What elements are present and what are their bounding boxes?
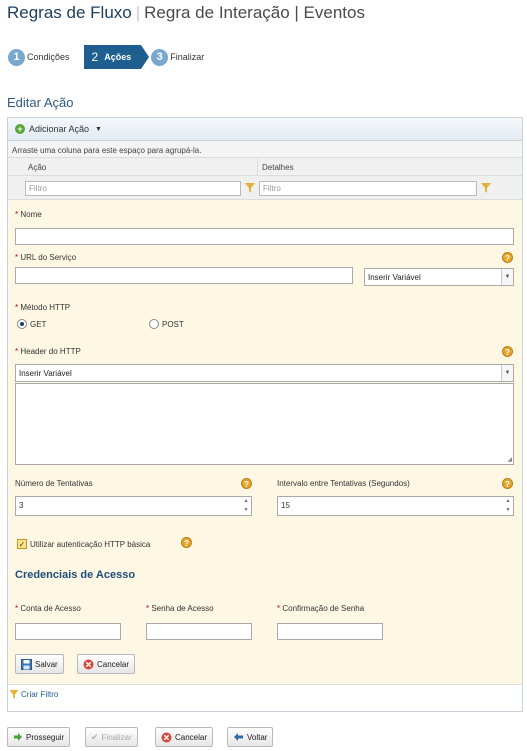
password-input[interactable] xyxy=(146,623,252,640)
next-button[interactable]: Prosseguir xyxy=(7,727,71,747)
floppy-disk-icon xyxy=(21,658,32,670)
column-header-details[interactable]: Detalhes xyxy=(258,158,492,176)
account-input[interactable] xyxy=(15,623,121,640)
attempts-stepper[interactable]: 3 ▲ ▼ xyxy=(15,496,252,516)
checkmark-icon: ✓ xyxy=(17,539,27,549)
step-actions[interactable]: 2 Ações xyxy=(83,45,149,69)
http-header-label: * Header do HTTP xyxy=(15,347,81,356)
title-main: Regras de Fluxo xyxy=(7,3,132,22)
step-label: Finalizar xyxy=(170,52,205,62)
grid-toolbar: + Adicionar Ação ▼ xyxy=(8,118,522,141)
attempts-label: Número de Tentativas xyxy=(15,479,93,488)
method-get-radio[interactable]: GET xyxy=(17,319,46,329)
step-label: Condições xyxy=(27,52,70,62)
credentials-title: Credenciais de Acesso xyxy=(15,569,136,581)
cancel-button[interactable]: Cancelar xyxy=(155,727,214,747)
step-finish[interactable]: 3 Finalizar xyxy=(151,48,205,66)
arrow-left-icon xyxy=(234,733,243,741)
spinner-arrows-icon[interactable]: ▲ ▼ xyxy=(503,497,513,515)
create-filter-link[interactable]: Criar Filtro xyxy=(9,690,58,699)
confirm-password-label: * Confirmação de Senha xyxy=(277,604,365,613)
help-icon[interactable]: ? xyxy=(502,252,513,263)
radio-selected-icon xyxy=(17,319,27,329)
cancel-icon xyxy=(83,659,94,669)
help-icon[interactable]: ? xyxy=(181,537,192,548)
method-post-radio[interactable]: POST xyxy=(149,319,184,329)
name-label: * Nome xyxy=(15,210,42,219)
header-spacer xyxy=(8,158,24,176)
group-hint: Arraste uma coluna para este espaço para… xyxy=(8,141,522,158)
header-insert-variable-select[interactable]: Inserir Variável ▼ xyxy=(15,364,514,382)
finish-button[interactable]: ✔ Finalizar xyxy=(85,727,138,747)
arrow-right-icon xyxy=(14,733,22,741)
funnel-icon xyxy=(9,690,19,699)
filter-row: Filtro Filtro xyxy=(8,176,522,200)
save-button[interactable]: Salvar xyxy=(15,654,64,674)
wizard-steps: 1 Condições 2 Ações 3 Finalizar xyxy=(8,45,204,69)
add-action-label: Adicionar Ação xyxy=(29,124,90,134)
step-number: 1 xyxy=(8,48,25,66)
method-label: * Método HTTP xyxy=(15,303,71,312)
column-header-action[interactable]: Ação xyxy=(24,158,258,176)
interval-label: Intervalo entre Tentativas (Segundos) xyxy=(277,479,410,488)
title-rest: Regra de Interação | Eventos xyxy=(144,3,365,22)
step-number: 2 xyxy=(91,50,99,64)
http-header-textarea[interactable]: ◢ xyxy=(15,383,514,465)
url-input[interactable] xyxy=(15,267,353,284)
name-input[interactable] xyxy=(15,228,514,245)
back-button[interactable]: Voltar xyxy=(227,727,274,747)
details-filter-input[interactable]: Filtro xyxy=(259,181,477,196)
funnel-icon[interactable] xyxy=(245,183,255,193)
url-insert-variable-select[interactable]: Inserir Variável ▼ xyxy=(364,268,514,286)
section-title: Editar Ação xyxy=(7,95,74,110)
add-action-button[interactable]: + Adicionar Ação ▼ xyxy=(15,124,102,134)
radio-icon xyxy=(149,319,159,329)
account-label: * Conta de Acesso xyxy=(15,604,81,613)
plus-icon: + xyxy=(15,124,25,134)
step-number: 3 xyxy=(151,48,169,66)
cancel-edit-button[interactable]: Cancelar xyxy=(77,654,136,674)
page-title: Regras de Fluxo | Regra de Interação | Eve… xyxy=(7,3,365,22)
basic-auth-checkbox[interactable]: ✓ Utilizar autenticação HTTP básica xyxy=(17,539,150,549)
help-icon[interactable]: ? xyxy=(241,478,252,489)
resize-handle-icon[interactable]: ◢ xyxy=(507,456,512,463)
cancel-icon xyxy=(161,732,172,742)
interval-stepper[interactable]: 15 ▲ ▼ xyxy=(277,496,514,516)
grid-footer: Criar Filtro xyxy=(8,684,522,711)
step-conditions[interactable]: 1 Condições xyxy=(8,48,70,66)
checkmark-icon: ✔ xyxy=(91,731,99,742)
chevron-down-icon: ▼ xyxy=(501,365,513,381)
chevron-down-icon: ▼ xyxy=(501,269,513,285)
action-filter-input[interactable]: Filtro xyxy=(25,181,241,196)
edit-action-form: * Nome * URL do Serviço ? Inserir Variáv… xyxy=(8,200,522,684)
spinner-arrows-icon[interactable]: ▲ ▼ xyxy=(241,497,251,515)
help-icon[interactable]: ? xyxy=(502,478,513,489)
help-icon[interactable]: ? xyxy=(502,346,513,357)
password-label: * Senha de Acesso xyxy=(146,604,214,613)
url-label: * URL do Serviço xyxy=(15,253,77,262)
confirm-password-input[interactable] xyxy=(277,623,383,640)
funnel-icon[interactable] xyxy=(481,183,491,193)
header-spacer xyxy=(492,158,522,176)
actions-grid: + Adicionar Ação ▼ Arraste uma coluna pa… xyxy=(7,117,523,712)
caret-down-icon: ▼ xyxy=(95,125,102,133)
step-label: Ações xyxy=(104,52,132,62)
